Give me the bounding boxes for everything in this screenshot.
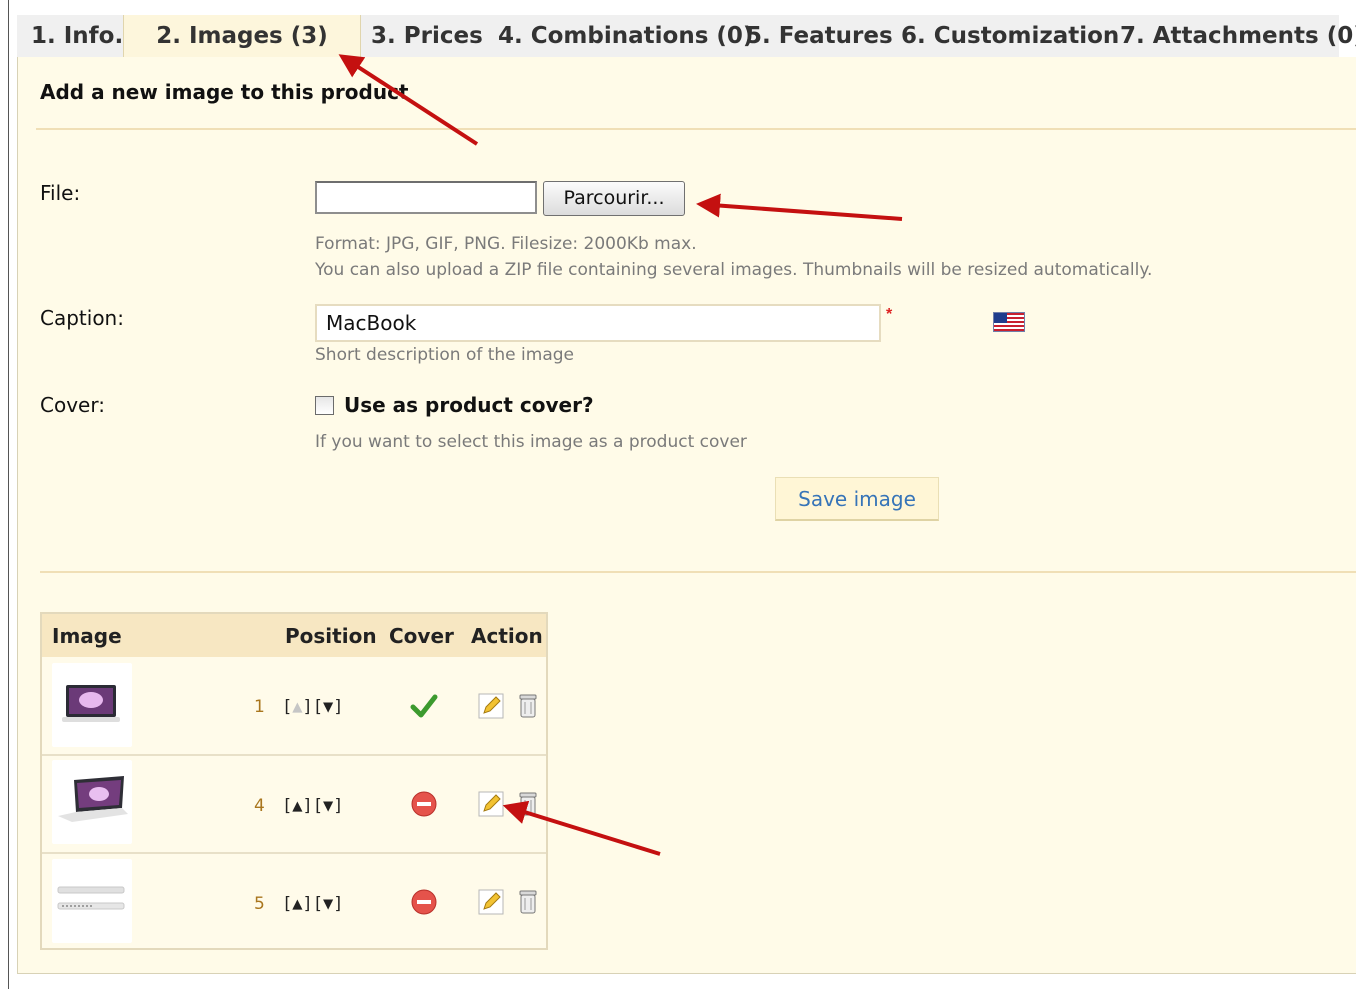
- header-image: Image: [52, 624, 122, 648]
- flag-canton: [994, 313, 1007, 323]
- browse-button[interactable]: Parcourir...: [543, 181, 685, 216]
- tab-prices[interactable]: 3. Prices: [371, 15, 483, 57]
- no-entry-icon[interactable]: [410, 790, 438, 818]
- move-down-arrow[interactable]: ▼: [323, 894, 333, 914]
- move-down-arrow[interactable]: ▼: [323, 796, 333, 816]
- trash-icon[interactable]: [518, 693, 538, 719]
- file-zip-hint: You can also upload a ZIP file containin…: [315, 260, 1153, 280]
- check-icon: [410, 694, 438, 718]
- required-marker: *: [886, 306, 893, 323]
- move-up-arrow: ▲: [292, 697, 303, 717]
- file-input[interactable]: [315, 181, 537, 214]
- tab-images[interactable]: 2. Images (3): [123, 15, 361, 58]
- edit-pencil-icon[interactable]: [478, 693, 504, 719]
- cover-hint: If you want to select this image as a pr…: [315, 432, 747, 452]
- window-border: [8, 0, 9, 989]
- save-image-button[interactable]: Save image: [775, 477, 939, 521]
- position-controls: [▲][▼]: [282, 796, 344, 816]
- cover-label: Cover:: [40, 393, 105, 417]
- position-controls: [▲][▼]: [282, 894, 344, 914]
- us-flag-icon[interactable]: [993, 312, 1025, 332]
- cover-checkbox[interactable]: [315, 396, 334, 415]
- position-number: 5: [254, 894, 265, 914]
- position-controls: [▲][▼]: [282, 697, 344, 717]
- tab-combinations[interactable]: 4. Combinations (0): [498, 15, 753, 57]
- header-action: Action: [471, 624, 543, 648]
- move-down-arrow[interactable]: ▼: [323, 697, 333, 717]
- caption-input[interactable]: MacBook: [315, 304, 881, 342]
- form-heading: Add a new image to this product: [40, 80, 409, 104]
- divider: [36, 128, 1356, 130]
- trash-icon[interactable]: [518, 791, 538, 817]
- header-position: Position: [285, 624, 377, 648]
- product-thumbnail[interactable]: [52, 760, 132, 844]
- cover-checkbox-label[interactable]: Use as product cover?: [344, 393, 594, 417]
- trash-icon[interactable]: [518, 889, 538, 915]
- product-thumbnail[interactable]: [52, 859, 132, 943]
- edit-pencil-icon[interactable]: [478, 791, 504, 817]
- divider: [40, 571, 1356, 573]
- move-up-arrow[interactable]: ▲: [292, 796, 302, 816]
- table-row: 5 [▲][▼]: [42, 854, 546, 948]
- caption-label: Caption:: [40, 306, 124, 330]
- tab-features[interactable]: 5. Features: [746, 15, 893, 57]
- table-row: 4 [▲][▼]: [42, 756, 546, 853]
- position-number: 1: [254, 697, 265, 717]
- tab-attachments[interactable]: 7. Attachments (0): [1120, 15, 1356, 57]
- product-thumbnail[interactable]: [52, 663, 132, 747]
- file-label: File:: [40, 181, 81, 205]
- tab-info[interactable]: 1. Info.: [31, 15, 123, 57]
- move-up-arrow[interactable]: ▲: [292, 894, 302, 914]
- images-table: Image Position Cover Action 1 [▲][▼] 4 […: [40, 612, 548, 950]
- table-row: 1 [▲][▼]: [42, 657, 546, 754]
- tab-customization[interactable]: 6. Customization: [901, 15, 1119, 57]
- tab-bar: 1. Info. 2. Images (3) 3. Prices 4. Comb…: [17, 15, 1356, 58]
- caption-hint: Short description of the image: [315, 345, 574, 365]
- file-format-hint: Format: JPG, GIF, PNG. Filesize: 2000Kb …: [315, 234, 697, 254]
- header-cover: Cover: [389, 624, 454, 648]
- table-header: Image Position Cover Action: [42, 614, 546, 657]
- position-number: 4: [254, 796, 265, 816]
- no-entry-icon[interactable]: [410, 888, 438, 916]
- edit-pencil-icon[interactable]: [478, 889, 504, 915]
